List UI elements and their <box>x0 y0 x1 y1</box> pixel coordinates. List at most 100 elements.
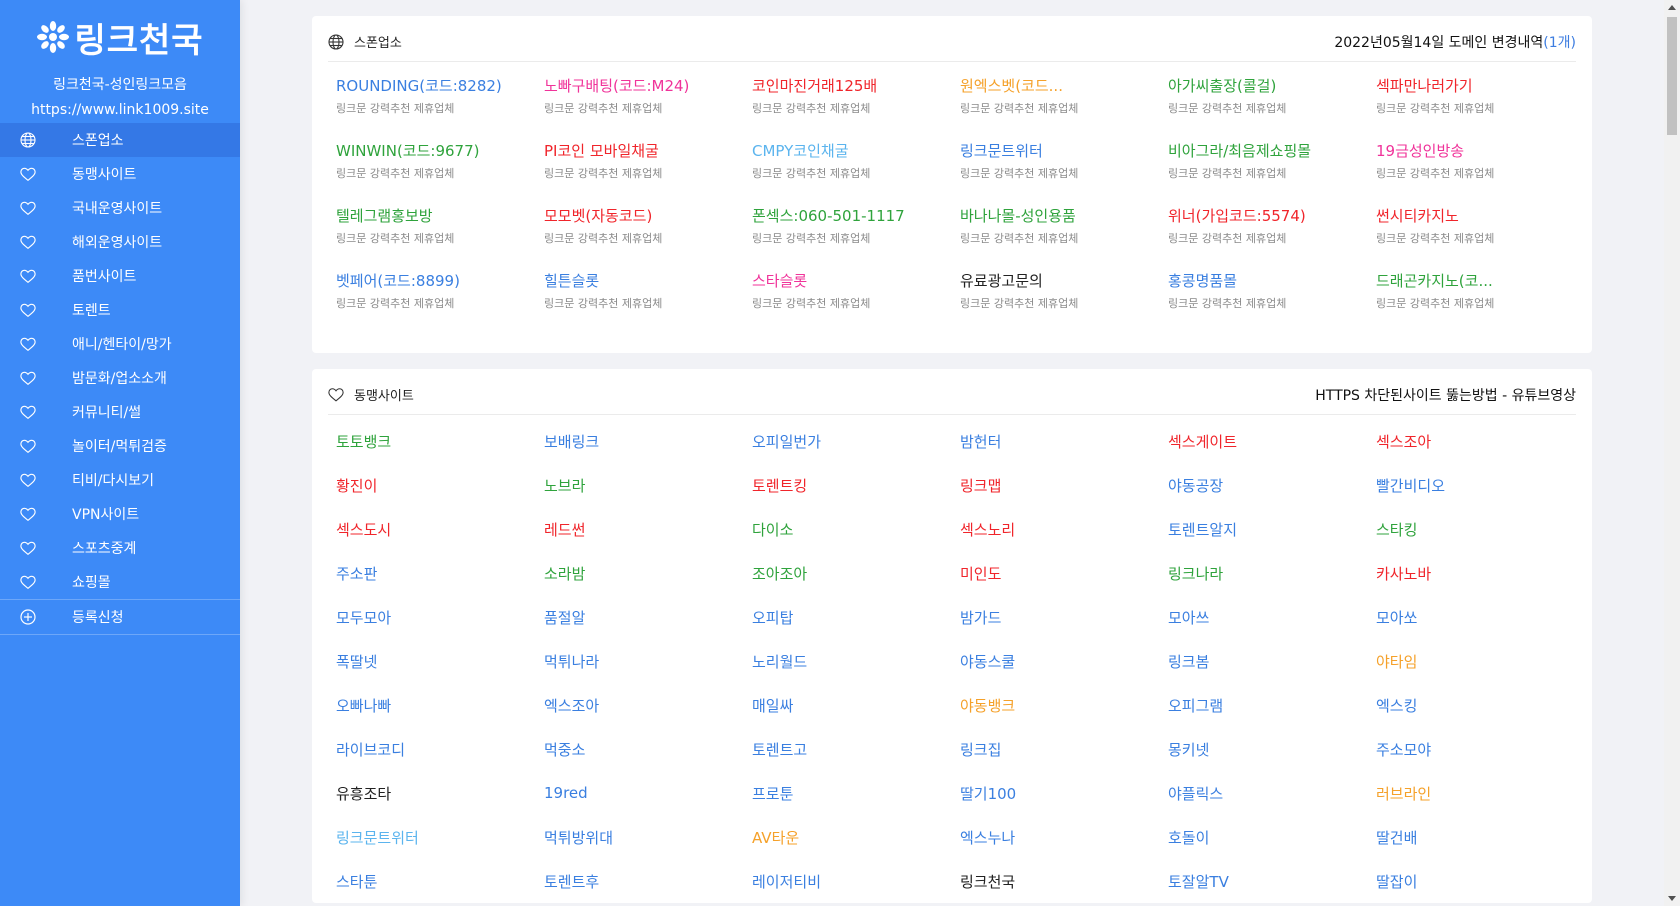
site-logo[interactable]: 링크천국 <box>0 0 240 72</box>
sponsor-link[interactable]: 아가씨출장(콜걸) <box>1168 76 1350 96</box>
alliance-link[interactable]: 모두모아 <box>336 607 391 628</box>
sponsor-link[interactable]: WINWIN(코드:9677) <box>336 141 518 161</box>
alliance-link[interactable]: 야플릭스 <box>1168 783 1223 804</box>
alliance-link[interactable]: 밤헌터 <box>960 431 1001 452</box>
sidebar-item[interactable]: 티비/다시보기 <box>0 463 240 497</box>
sidebar-item[interactable]: 스포츠중계 <box>0 531 240 565</box>
alliance-link[interactable]: 소라밤 <box>544 563 585 584</box>
sidebar-item[interactable]: 커뮤니티/썰 <box>0 395 240 429</box>
alliance-link[interactable]: 품절알 <box>544 607 585 628</box>
alliance-link[interactable]: 유흥조타 <box>336 783 391 804</box>
sponsor-link[interactable]: 스타슬롯 <box>752 271 934 291</box>
alliance-link[interactable]: 주소판 <box>336 563 377 584</box>
alliance-link[interactable]: 카사노바 <box>1376 563 1431 584</box>
alliance-link[interactable]: 다이소 <box>752 519 793 540</box>
alliance-link[interactable]: 링크문트위터 <box>336 827 419 848</box>
page-scrollbar[interactable] <box>1664 0 1680 906</box>
alliance-link[interactable]: 스타툰 <box>336 871 377 892</box>
site-url[interactable]: https://www.link1009.site <box>0 98 240 122</box>
sponsor-link[interactable]: CMPY코인채굴 <box>752 141 934 161</box>
alliance-link[interactable]: 미인도 <box>960 563 1001 584</box>
alliance-link[interactable]: 섹스도시 <box>336 519 391 540</box>
scroll-up-arrow-icon[interactable] <box>1668 5 1676 10</box>
alliance-link[interactable]: 딸잡이 <box>1376 871 1417 892</box>
sidebar-item[interactable]: VPN사이트 <box>0 497 240 531</box>
https-guide-link[interactable]: HTTPS 차단된사이트 뚫는방법 - 유튜브영상 <box>1315 385 1576 405</box>
alliance-link[interactable]: 레드썬 <box>544 519 585 540</box>
alliance-link[interactable]: 링크천국 <box>960 871 1015 892</box>
alliance-link[interactable]: 모아쓰 <box>1168 607 1209 628</box>
alliance-link[interactable]: 토렌트알지 <box>1168 519 1237 540</box>
alliance-link[interactable]: 엑스조아 <box>544 695 599 716</box>
sidebar-item[interactable]: 스폰업소 <box>0 123 240 157</box>
alliance-link[interactable]: 몽키넷 <box>1168 739 1209 760</box>
alliance-link[interactable]: 링크집 <box>960 739 1001 760</box>
domain-change-link[interactable]: 2022년05월14일 도메인 변경내역(1개) <box>1334 32 1576 52</box>
alliance-link[interactable]: 딸기100 <box>960 783 1016 804</box>
sponsor-link[interactable]: 19금성인방송 <box>1376 141 1558 161</box>
alliance-link[interactable]: 토렌트킹 <box>752 475 807 496</box>
sidebar-item[interactable]: 해외운영사이트 <box>0 225 240 259</box>
sponsor-link[interactable]: 힐튼슬롯 <box>544 271 726 291</box>
sidebar-item[interactable]: 밤문화/업소소개 <box>0 361 240 395</box>
alliance-link[interactable]: 빨간비디오 <box>1376 475 1445 496</box>
alliance-link[interactable]: 토렌트고 <box>752 739 807 760</box>
alliance-link[interactable]: 딸건배 <box>1376 827 1417 848</box>
alliance-link[interactable]: 오피일번가 <box>752 431 821 452</box>
alliance-link[interactable]: 스타킹 <box>1376 519 1417 540</box>
alliance-link[interactable]: 노리월드 <box>752 651 807 672</box>
sponsor-link[interactable]: 유료광고문의 <box>960 271 1142 291</box>
alliance-link[interactable]: 엑스누나 <box>960 827 1015 848</box>
sidebar-item[interactable]: 국내운영사이트 <box>0 191 240 225</box>
alliance-link[interactable]: 레이저티비 <box>752 871 821 892</box>
alliance-link[interactable]: 야동스쿨 <box>960 651 1015 672</box>
scroll-down-arrow-icon[interactable] <box>1668 896 1676 901</box>
alliance-link[interactable]: 밤가드 <box>960 607 1001 628</box>
sidebar-item[interactable]: 놀이터/먹튀검증 <box>0 429 240 463</box>
sponsor-link[interactable]: 썬시티카지노 <box>1376 206 1558 226</box>
sponsor-link[interactable]: ROUNDING(코드:8282) <box>336 76 518 96</box>
alliance-link[interactable]: 섹스조아 <box>1376 431 1431 452</box>
sponsor-link[interactable]: 바나나몰-성인용품 <box>960 206 1142 226</box>
alliance-link[interactable]: 라이브코디 <box>336 739 405 760</box>
alliance-link[interactable]: 보배링크 <box>544 431 599 452</box>
alliance-link[interactable]: 조아조아 <box>752 563 807 584</box>
alliance-link[interactable]: 먹튀방위대 <box>544 827 613 848</box>
alliance-link[interactable]: 오피그램 <box>1168 695 1223 716</box>
sponsor-link[interactable]: 폰섹스:060-501-1117 <box>752 206 934 226</box>
alliance-link[interactable]: 섹스게이트 <box>1168 431 1237 452</box>
sponsor-link[interactable]: 벳페어(코드:8899) <box>336 271 518 291</box>
sponsor-link[interactable]: 섹파만나러가기 <box>1376 76 1558 96</box>
alliance-link[interactable]: 러브라인 <box>1376 783 1431 804</box>
alliance-link[interactable]: 링크맵 <box>960 475 1001 496</box>
alliance-link[interactable]: 야동뱅크 <box>960 695 1015 716</box>
alliance-link[interactable]: 토렌트후 <box>544 871 599 892</box>
scroll-thumb[interactable] <box>1667 17 1677 135</box>
alliance-link[interactable]: 오빠나빠 <box>336 695 391 716</box>
alliance-link[interactable]: 먹중소 <box>544 739 585 760</box>
sidebar-item[interactable]: 동맹사이트 <box>0 157 240 191</box>
sidebar-item[interactable]: 애니/헨타이/망가 <box>0 327 240 361</box>
alliance-link[interactable]: 야타임 <box>1376 651 1417 672</box>
alliance-link[interactable]: 토잘알TV <box>1168 871 1229 892</box>
sponsor-link[interactable]: 위너(가입코드:5574) <box>1168 206 1350 226</box>
alliance-link[interactable]: 링크나라 <box>1168 563 1223 584</box>
sidebar-item[interactable]: 품번사이트 <box>0 259 240 293</box>
sponsor-link[interactable]: 드래곤카지노(코... <box>1376 271 1558 291</box>
sidebar-item[interactable]: 등록신청 <box>0 599 240 635</box>
sponsor-link[interactable]: 비아그라/최음제쇼핑몰 <box>1168 141 1350 161</box>
sidebar-item[interactable]: 토렌트 <box>0 293 240 327</box>
sponsor-link[interactable]: 링크문트위터 <box>960 141 1142 161</box>
alliance-link[interactable]: 황진이 <box>336 475 377 496</box>
sponsor-link[interactable]: 원엑스벳(코드... <box>960 76 1142 96</box>
alliance-link[interactable]: 야동공장 <box>1168 475 1223 496</box>
alliance-link[interactable]: 19red <box>544 784 588 802</box>
alliance-link[interactable]: 노브라 <box>544 475 585 496</box>
sponsor-link[interactable]: 홍콩명품몰 <box>1168 271 1350 291</box>
sponsor-link[interactable]: 모모벳(자동코드) <box>544 206 726 226</box>
sponsor-link[interactable]: 노빠구배팅(코드:M24) <box>544 76 726 96</box>
alliance-link[interactable]: 폭딸넷 <box>336 651 377 672</box>
sponsor-link[interactable]: 코인마진거래125배 <box>752 76 934 96</box>
sponsor-link[interactable]: PI코인 모바일채굴 <box>544 141 726 161</box>
alliance-link[interactable]: 먹튀나라 <box>544 651 599 672</box>
